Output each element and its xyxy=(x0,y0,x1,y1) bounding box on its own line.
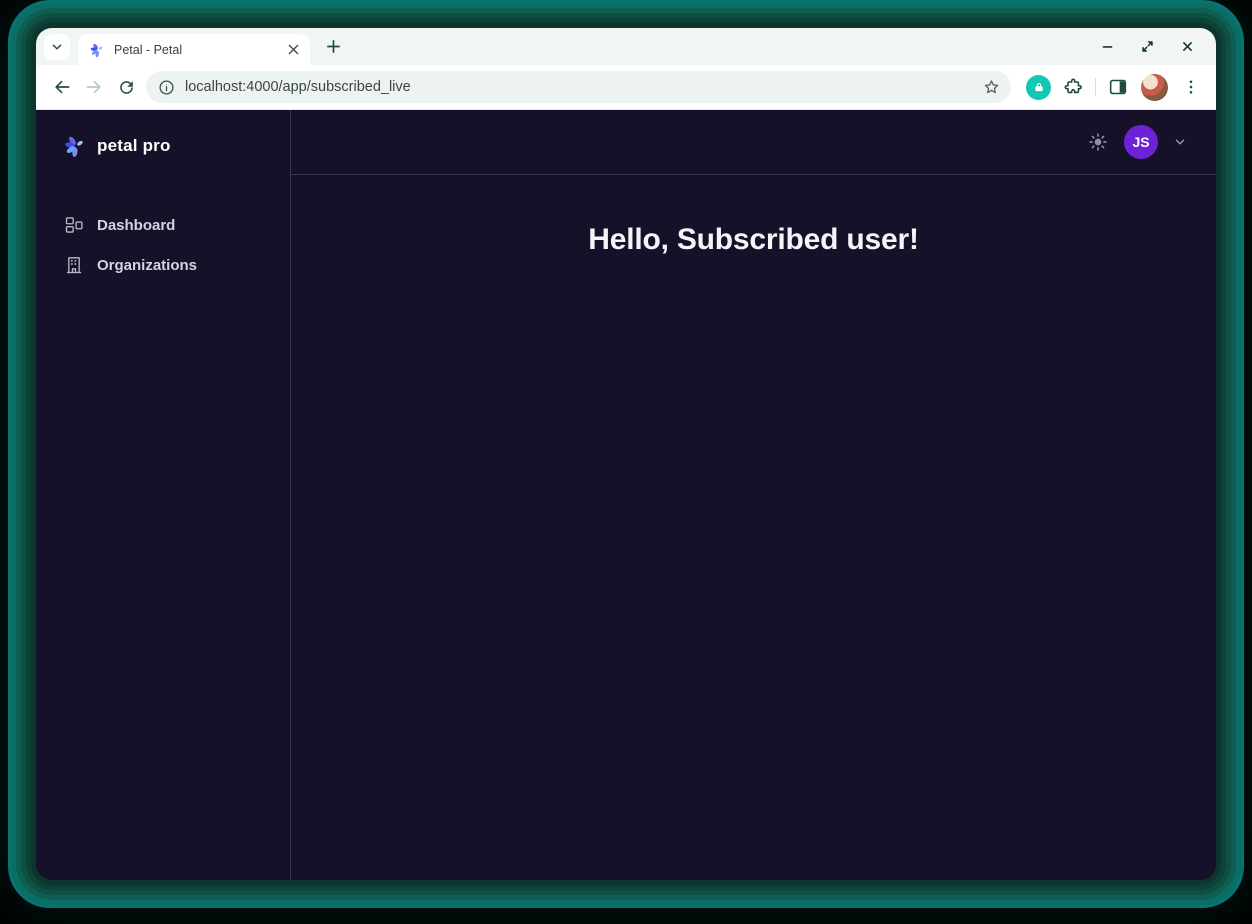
side-panel-button[interactable] xyxy=(1103,72,1133,102)
site-info-icon[interactable] xyxy=(158,79,175,96)
greeting-heading: Hello, Subscribed user! xyxy=(291,223,1216,257)
browser-window: Petal - Petal xyxy=(36,28,1216,880)
side-panel-icon xyxy=(1108,77,1128,97)
petal-flower-icon xyxy=(64,134,88,158)
address-bar[interactable]: localhost:4000/app/subscribed_live xyxy=(146,71,1011,103)
user-avatar[interactable]: JS xyxy=(1124,125,1158,159)
bookmark-star-icon[interactable] xyxy=(982,78,1001,97)
browser-menu-button[interactable] xyxy=(1176,72,1206,102)
logo-text: petal pro xyxy=(97,136,171,156)
tab-search-button[interactable] xyxy=(44,34,70,60)
forward-button[interactable] xyxy=(78,71,110,103)
tab-strip: Petal - Petal xyxy=(36,28,1216,65)
chevron-down-icon xyxy=(1174,136,1186,148)
toolbar-divider xyxy=(1095,78,1096,96)
theme-toggle-button[interactable] xyxy=(1088,132,1108,152)
dashboard-icon xyxy=(64,215,84,235)
petal-app: petal pro Dashboard xyxy=(36,110,1216,880)
reload-icon xyxy=(117,78,136,97)
main-area: JS Hello, Subscribed user! xyxy=(291,110,1216,880)
url-text[interactable]: localhost:4000/app/subscribed_live xyxy=(185,79,972,95)
browser-tab[interactable]: Petal - Petal xyxy=(78,34,310,65)
three-dots-icon xyxy=(1182,78,1200,96)
window-controls xyxy=(1100,40,1194,54)
puzzle-icon xyxy=(1063,77,1083,97)
browser-toolbar: localhost:4000/app/subscribed_live xyxy=(36,65,1216,110)
page-content: Hello, Subscribed user! xyxy=(291,175,1216,880)
close-window-button[interactable] xyxy=(1180,40,1194,54)
browser-profile-avatar[interactable] xyxy=(1141,74,1168,101)
chevron-down-icon xyxy=(51,41,63,53)
tab-close-button[interactable] xyxy=(284,41,302,59)
back-button[interactable] xyxy=(46,71,78,103)
user-menu-button[interactable] xyxy=(1174,136,1186,148)
app-header: JS xyxy=(291,110,1216,175)
app-logo[interactable]: petal pro xyxy=(36,110,290,158)
building-icon xyxy=(64,255,84,275)
minimize-button[interactable] xyxy=(1100,40,1114,54)
new-tab-button[interactable] xyxy=(320,34,346,60)
sidebar: petal pro Dashboard xyxy=(36,110,291,880)
petal-favicon-icon xyxy=(90,42,106,58)
lock-icon xyxy=(1033,81,1045,93)
sun-icon xyxy=(1088,132,1108,152)
maximize-button[interactable] xyxy=(1140,40,1154,54)
sidebar-item-label: Organizations xyxy=(97,257,197,274)
plus-icon xyxy=(326,39,341,54)
sidebar-nav: Dashboard Organizat xyxy=(36,206,290,284)
tab-title: Petal - Petal xyxy=(114,43,276,57)
sidebar-item-label: Dashboard xyxy=(97,217,175,234)
sidebar-item-organizations[interactable]: Organizations xyxy=(36,246,290,284)
arrow-right-icon xyxy=(84,77,104,97)
arrow-left-icon xyxy=(52,77,72,97)
password-extension-button[interactable] xyxy=(1026,75,1051,100)
sidebar-item-dashboard[interactable]: Dashboard xyxy=(36,206,290,244)
reload-button[interactable] xyxy=(110,71,142,103)
extensions-button[interactable] xyxy=(1058,72,1088,102)
